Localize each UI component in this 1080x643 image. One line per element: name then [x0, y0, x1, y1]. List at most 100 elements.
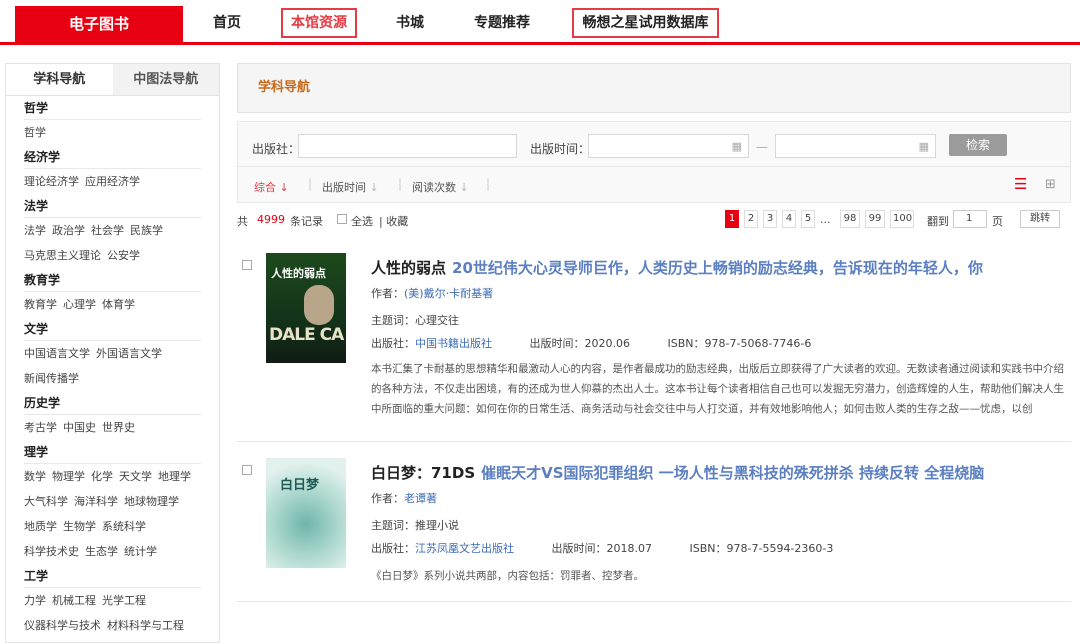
- book-subtitle: 20世纪伟大心灵导师巨作，人类历史上畅销的励志经典，告诉现在的年轻人，你: [452, 259, 983, 277]
- category-heading[interactable]: 法学: [24, 194, 201, 218]
- subcategory-link[interactable]: 科学技术史: [24, 545, 79, 558]
- subcategory-link[interactable]: 外国语言文学: [96, 347, 162, 360]
- author-link[interactable]: (美)戴尔·卡耐基著: [404, 287, 493, 300]
- goto-page-input[interactable]: 1: [953, 210, 987, 228]
- category-heading[interactable]: 理学: [24, 440, 201, 464]
- search-button[interactable]: 检索: [949, 134, 1007, 156]
- author-link[interactable]: 老谭著: [404, 492, 437, 505]
- publisher-link[interactable]: 江苏凤凰文艺出版社: [415, 542, 514, 555]
- subcategory-link[interactable]: 机械工程: [52, 594, 96, 607]
- grid-view-icon[interactable]: ⊞: [1045, 177, 1056, 192]
- book-subject-line: 主题词：推理小说: [371, 517, 459, 533]
- page-link[interactable]: 4: [782, 210, 796, 228]
- subcategory-link[interactable]: 政治学: [52, 224, 85, 237]
- favorite-link[interactable]: | 收藏: [379, 213, 408, 229]
- subcategory-link[interactable]: 仪器科学与技术: [24, 619, 101, 632]
- book-cover[interactable]: 人性的弱点 DALE CA: [266, 253, 346, 363]
- page-link[interactable]: 3: [763, 210, 777, 228]
- list-toolbar: 共 4999 条记录 全选 | 收藏 1 2 3 4 5... 98 99 100 翻到 1 …: [237, 210, 1071, 232]
- subcategory-link[interactable]: 材料科学与工程: [107, 619, 184, 632]
- category-heading[interactable]: 教育学: [24, 268, 201, 292]
- subcategory-link[interactable]: 公安学: [107, 249, 140, 262]
- subcategory-link[interactable]: 大气科学: [24, 495, 68, 508]
- subcategory-link[interactable]: 化学: [91, 470, 113, 483]
- nav-library-resources[interactable]: 本馆资源: [281, 8, 357, 38]
- book-title-line[interactable]: 人性的弱点 20世纪伟大心灵导师巨作，人类历史上畅销的励志经典，告诉现在的年轻人，…: [371, 257, 983, 278]
- subcategory-link[interactable]: 体育学: [102, 298, 135, 311]
- subcategory-link[interactable]: 天文学: [119, 470, 152, 483]
- page-link[interactable]: 1: [725, 210, 739, 228]
- nav-topics[interactable]: 专题推荐: [470, 8, 534, 38]
- main-content: 学科导航 出版社： 出版时间： ▦ — ▦ 检索 综合 ↓ | 出版时间 ↓ |…: [237, 63, 1071, 602]
- tab-clc-nav[interactable]: 中图法导航: [112, 64, 219, 95]
- nav-home[interactable]: 首页: [207, 8, 247, 38]
- subcategory-link[interactable]: 社会学: [91, 224, 124, 237]
- cover-title: 白日梦: [280, 478, 320, 493]
- book-cover[interactable]: 白日梦: [266, 458, 346, 568]
- subcategory-link[interactable]: 生态学: [85, 545, 118, 558]
- page-link[interactable]: 99: [865, 210, 885, 228]
- subcategory-link[interactable]: 海洋科学: [74, 495, 118, 508]
- cover-title: 人性的弱点: [271, 267, 326, 280]
- category-heading[interactable]: 文学: [24, 317, 201, 341]
- category-row: 力学 机械工程 光学工程: [24, 588, 219, 613]
- date-end-input[interactable]: ▦: [775, 134, 936, 158]
- subcategory-link[interactable]: 新闻传播学: [24, 372, 79, 385]
- category-heading[interactable]: 哲学: [24, 96, 201, 120]
- calendar-icon[interactable]: ▦: [919, 140, 929, 153]
- page-link[interactable]: 100: [890, 210, 914, 228]
- book-checkbox[interactable]: [242, 260, 252, 270]
- sort-reads[interactable]: 阅读次数 ↓: [412, 179, 469, 195]
- subcategory-link[interactable]: 中国语言文学: [24, 347, 90, 360]
- publisher-input[interactable]: [298, 134, 517, 158]
- subcategory-link[interactable]: 地球物理学: [124, 495, 179, 508]
- page-link[interactable]: 2: [744, 210, 758, 228]
- subcategory-link[interactable]: 哲学: [24, 126, 46, 139]
- page-link[interactable]: 5: [801, 210, 815, 228]
- subcategory-link[interactable]: 民族学: [130, 224, 163, 237]
- subcategory-link[interactable]: 应用经济学: [85, 175, 140, 188]
- total-prefix: 共: [237, 215, 248, 228]
- sidebar-tabs: 学科导航 中图法导航: [6, 64, 219, 96]
- subcategory-link[interactable]: 世界史: [102, 421, 135, 434]
- subcategory-link[interactable]: 系统科学: [102, 520, 146, 533]
- subcategory-link[interactable]: 法学: [24, 224, 46, 237]
- subcategory-link[interactable]: 地质学: [24, 520, 57, 533]
- page-link[interactable]: 98: [840, 210, 860, 228]
- book-subtitle: 催眠天才VS国际犯罪组织 一场人性与黑科技的殊死拼杀 持续反转 全程烧脑: [481, 464, 985, 482]
- subcategory-link[interactable]: 数学: [24, 470, 46, 483]
- subcategory-link[interactable]: 物理学: [52, 470, 85, 483]
- list-view-icon[interactable]: ☰: [1014, 177, 1027, 192]
- category-heading[interactable]: 工学: [24, 564, 201, 588]
- tab-subject-nav[interactable]: 学科导航: [6, 64, 113, 95]
- brand-tab[interactable]: 电子图书: [15, 6, 183, 42]
- select-all-label[interactable]: 全选: [351, 213, 373, 229]
- nav-trial-database[interactable]: 畅想之星试用数据库: [572, 8, 719, 38]
- category-row: 理论经济学 应用经济学: [24, 169, 219, 194]
- date-start-input[interactable]: ▦: [588, 134, 749, 158]
- subcategory-link[interactable]: 统计学: [124, 545, 157, 558]
- sort-pubdate[interactable]: 出版时间 ↓: [322, 179, 379, 195]
- subcategory-link[interactable]: 心理学: [63, 298, 96, 311]
- book-checkbox[interactable]: [242, 465, 252, 475]
- subcategory-link[interactable]: 地理学: [158, 470, 191, 483]
- date-label: 出版时间：: [529, 337, 585, 350]
- category-heading[interactable]: 经济学: [24, 145, 201, 169]
- subcategory-link[interactable]: 光学工程: [102, 594, 146, 607]
- subcategory-link[interactable]: 中国史: [63, 421, 96, 434]
- category-heading[interactable]: 历史学: [24, 391, 201, 415]
- nav-bookstore[interactable]: 书城: [390, 8, 430, 38]
- subcategory-link[interactable]: 教育学: [24, 298, 57, 311]
- calendar-icon[interactable]: ▦: [732, 140, 742, 153]
- jump-button[interactable]: 跳转: [1020, 210, 1060, 228]
- sort-comprehensive[interactable]: 综合 ↓: [254, 179, 289, 195]
- select-all-checkbox[interactable]: [337, 214, 347, 224]
- subcategory-link[interactable]: 考古学: [24, 421, 57, 434]
- subcategory-link[interactable]: 理论经济学: [24, 175, 79, 188]
- publisher-link[interactable]: 中国书籍出版社: [415, 337, 492, 350]
- book-title-line[interactable]: 白日梦：71DS 催眠天才VS国际犯罪组织 一场人性与黑科技的殊死拼杀 持续反转 …: [371, 462, 984, 483]
- subcategory-link[interactable]: 生物学: [63, 520, 96, 533]
- subcategory-link[interactable]: 马克思主义理论: [24, 249, 101, 262]
- subcategory-link[interactable]: 力学: [24, 594, 46, 607]
- page-unit: 页: [992, 215, 1003, 228]
